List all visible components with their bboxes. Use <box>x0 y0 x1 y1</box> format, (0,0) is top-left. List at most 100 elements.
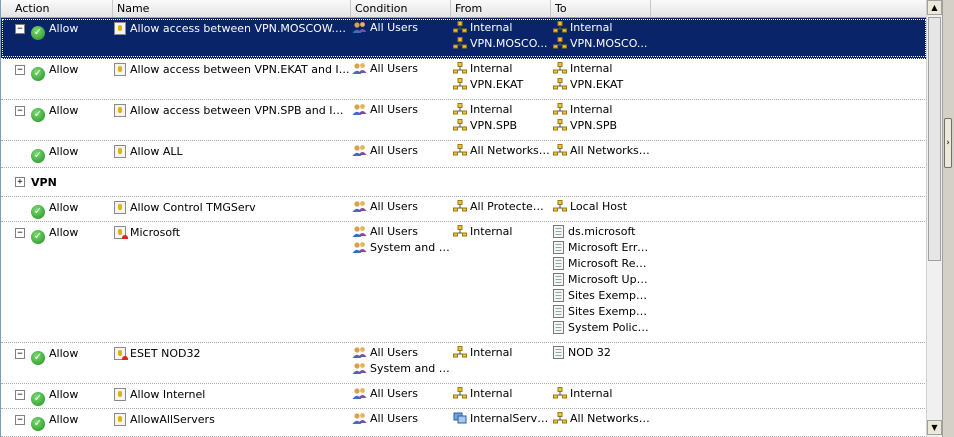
rule-name: Allow Internel <box>114 388 350 401</box>
column-header-action[interactable]: Action <box>11 0 113 17</box>
rule-to-item: All Networks (... <box>553 143 650 159</box>
rule-row[interactable]: − ✓ Allow Allow Internel All Users Internal In… <box>1 384 927 409</box>
collapse-minus-icon[interactable]: − <box>15 415 25 425</box>
rule-to-label: Internal <box>570 387 613 400</box>
rule-action-label: Allow <box>49 22 79 35</box>
network-icon <box>553 412 570 425</box>
rule-condition: All Users System and N... <box>352 345 450 377</box>
rule-to: Internal VPN.SPB <box>553 102 650 134</box>
rule-name: AllowAllServers <box>114 413 350 426</box>
rule-from: All Networks (... <box>453 143 550 159</box>
rule-to: Internal VPN.EKAT <box>553 61 650 93</box>
firewall-policy-grid: Action Name Condition From To − ✓ Allow All… <box>0 0 927 437</box>
rule-to-item: VPN.SPB <box>553 118 650 134</box>
rule-row[interactable]: ✓ Allow Allow Control TMGServ All Users All … <box>1 197 927 222</box>
collapse-minus-icon[interactable]: − <box>15 24 25 34</box>
rule-name-label: Allow access between VPN.MOSCOW.BEL ... <box>130 22 350 35</box>
rule-to-label: System Policy... <box>568 321 650 334</box>
collapse-minus-icon[interactable]: − <box>15 106 25 116</box>
network-icon <box>453 346 470 359</box>
rule-icon <box>114 347 128 360</box>
rule-action-label: Allow <box>49 347 79 360</box>
rule-condition: All Users <box>352 143 450 159</box>
rule-from-label: Internal <box>470 346 513 359</box>
collapse-minus-icon[interactable]: − <box>15 65 25 75</box>
rule-to-item: VPN.EKAT <box>553 77 650 93</box>
rule-group-row[interactable]: + VPN <box>1 168 927 197</box>
rule-icon <box>114 226 128 239</box>
rule-to-label: Sites Exempt ... <box>568 289 650 302</box>
rule-to: Internal VPN.MOSCO... <box>553 20 650 52</box>
column-header-from[interactable]: From <box>451 0 551 17</box>
rule-from-label: Internal <box>470 21 513 34</box>
rule-condition-item: All Users <box>352 224 450 240</box>
rule-condition-item: All Users <box>352 199 450 215</box>
rule-condition-item: All Users <box>352 61 450 77</box>
rule-name-label: Allow access between VPN.SPB and Interna… <box>130 104 350 117</box>
rule-name: Allow ALL <box>114 145 350 158</box>
destination-set-icon <box>553 346 568 359</box>
rule-icon <box>114 388 126 401</box>
rule-from-label: VPN.SPB <box>470 119 518 132</box>
rule-to-label: Microsoft Rep... <box>568 257 650 270</box>
destination-set-icon <box>553 225 568 238</box>
rule-to-item: Internal <box>553 386 650 402</box>
rule-action: ✓ Allow <box>31 63 111 81</box>
collapse-minus-icon[interactable]: − <box>15 228 25 238</box>
destination-set-icon <box>553 241 568 254</box>
expand-plus-icon[interactable]: + <box>15 177 25 187</box>
rule-row[interactable]: − ✓ Allow Allow access between VPN.EKAT and… <box>1 59 927 100</box>
rule-condition: All Users <box>352 61 450 77</box>
rule-row[interactable]: − ✓ Allow Allow access between VPN.MOSCOW.B… <box>1 18 927 59</box>
collapse-minus-icon[interactable]: − <box>15 390 25 400</box>
rule-row[interactable]: − ✓ Allow Allow access between VPN.SPB and … <box>1 100 927 141</box>
users-icon <box>352 412 370 425</box>
column-header-to[interactable]: To <box>551 0 651 17</box>
column-header-condition[interactable]: Condition <box>351 0 451 17</box>
destination-set-icon <box>553 289 568 302</box>
rule-condition-label: All Users <box>370 225 418 238</box>
rule-to: All Networks (... <box>553 411 650 427</box>
allow-check-icon: ✓ <box>31 230 45 244</box>
rule-to-item: Internal <box>553 20 650 36</box>
column-header-name[interactable]: Name <box>113 0 351 17</box>
users-icon <box>352 362 370 375</box>
destination-set-icon <box>553 257 568 270</box>
rule-row[interactable]: − ✓ Allow AllowAllServers All Users InternalS… <box>1 409 927 437</box>
rule-condition-label: All Users <box>370 200 418 213</box>
rule-condition: All Users <box>352 199 450 215</box>
network-icon <box>453 412 470 425</box>
rule-row[interactable]: − ✓ Allow ESET NOD32 All Users System and N..… <box>1 343 927 384</box>
rule-from: Internal VPN.SPB <box>453 102 550 134</box>
allow-check-icon: ✓ <box>31 417 45 431</box>
rule-condition-item: System and N... <box>352 361 450 377</box>
vertical-scrollbar[interactable]: ▲ ▼ <box>926 0 943 437</box>
rule-from-label: Internal <box>470 62 513 75</box>
scroll-up-arrow-icon[interactable]: ▲ <box>927 0 942 15</box>
rule-name-label: Allow Control TMGServ <box>130 201 256 214</box>
rule-condition: All Users <box>352 102 450 118</box>
rule-name: Allow access between VPN.SPB and Interna… <box>114 104 350 117</box>
rule-row[interactable]: ✓ Allow Allow ALL All Users All Networks (..… <box>1 141 927 168</box>
rule-from: InternalServers <box>453 411 550 427</box>
rule-icon <box>114 104 126 117</box>
network-icon <box>553 62 570 75</box>
network-icon <box>453 119 470 132</box>
rule-from: Internal VPN.EKAT <box>453 61 550 93</box>
rule-to-item: Microsoft Erro... <box>553 240 650 256</box>
collapse-minus-icon[interactable]: − <box>15 349 25 359</box>
rule-action: ✓ Allow <box>31 226 111 244</box>
rule-condition-item: All Users <box>352 411 450 427</box>
rule-name-label: Allow ALL <box>130 145 183 158</box>
allow-check-icon: ✓ <box>31 392 45 406</box>
scroll-down-arrow-icon[interactable]: ▼ <box>927 420 942 435</box>
rule-condition-label: All Users <box>370 21 418 34</box>
rule-row[interactable]: − ✓ Allow Microsoft All Users System and N...… <box>1 222 927 343</box>
collapse-pane-handle[interactable]: › <box>944 118 952 168</box>
scrollbar-thumb[interactable] <box>928 17 941 261</box>
rule-from-item: Internal <box>453 345 550 361</box>
rule-to-label: ds.microsoft <box>568 225 636 238</box>
rule-from-item: VPN.EKAT <box>453 77 550 93</box>
rule-condition-label: All Users <box>370 144 418 157</box>
rule-from-item: Internal <box>453 61 550 77</box>
